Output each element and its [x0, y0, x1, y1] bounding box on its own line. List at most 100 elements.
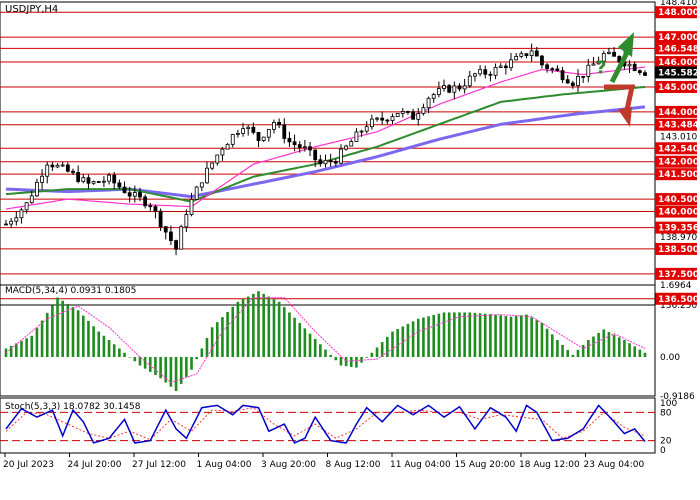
macd-bar: [550, 334, 554, 358]
macd-bar: [288, 312, 291, 358]
candle-body: [153, 206, 158, 212]
macd-bar: [185, 357, 188, 377]
macd-bar: [643, 352, 647, 358]
candle-body: [509, 59, 513, 69]
candle-body: [60, 164, 65, 167]
macd-bar: [76, 310, 80, 358]
candle-body: [169, 231, 173, 241]
macd-bar: [277, 301, 281, 358]
candle-body: [447, 85, 452, 93]
candle-body: [132, 192, 137, 197]
level-tag-label: 145.000: [658, 83, 699, 93]
background: [0, 0, 700, 500]
candle-body: [76, 172, 81, 182]
macd-bar: [252, 293, 255, 358]
candle-body: [71, 170, 75, 173]
candle-body: [627, 63, 632, 67]
price-tick-label: 143.010: [660, 133, 697, 143]
macd-bar: [571, 354, 575, 358]
macd-bar: [509, 316, 513, 358]
macd-bar: [298, 323, 302, 358]
macd-bar: [416, 318, 420, 358]
x-tick-label: 15 Aug 20:00: [455, 460, 516, 470]
macd-bar: [190, 357, 193, 370]
macd-bar: [370, 352, 374, 358]
macd-bar: [576, 349, 580, 358]
candle-body: [612, 51, 616, 57]
candle-body: [194, 186, 199, 200]
candle-body: [163, 226, 168, 233]
x-tick-label: 20 Jul 2023: [3, 460, 54, 470]
macd-bar: [612, 334, 616, 358]
candle-body: [519, 53, 524, 57]
level-tag-label: 140.500: [658, 195, 699, 205]
candle-body: [272, 121, 276, 130]
candle-body: [287, 138, 292, 143]
candle-body: [292, 141, 297, 146]
candle-body: [4, 223, 8, 226]
macd-bar: [602, 329, 606, 358]
macd-bar: [143, 357, 147, 369]
candle-body: [354, 131, 359, 142]
level-tag-label: 144.000: [658, 108, 699, 118]
candle-body: [380, 117, 385, 121]
level-tag-label: 142.000: [658, 158, 699, 168]
candle-body: [550, 68, 555, 71]
macd-bar: [128, 357, 131, 358]
candle-body: [643, 72, 647, 76]
candle-body: [385, 119, 390, 122]
macd-bar: [530, 317, 533, 358]
candle-body: [158, 210, 163, 228]
candle-body: [50, 164, 55, 168]
x-tick-label: 3 Aug 20:00: [261, 460, 316, 470]
macd-tick-label: 0.00: [660, 353, 680, 363]
candle-body: [19, 209, 24, 219]
macd-bar: [20, 340, 23, 358]
candle-body: [452, 85, 457, 93]
candle-body: [411, 111, 416, 120]
macd-bar: [458, 312, 461, 358]
candle-body: [122, 186, 127, 194]
candle-body: [297, 144, 302, 148]
candle-body: [40, 175, 44, 183]
macd-bar: [205, 337, 209, 358]
level-tag-label: 143.484: [658, 121, 699, 131]
candle-body: [514, 55, 519, 61]
macd-bar: [66, 303, 70, 358]
macd-bar: [633, 346, 636, 358]
macd-bar: [293, 317, 296, 358]
candle-body: [86, 177, 91, 184]
macd-bar: [545, 328, 549, 358]
candle-body: [591, 63, 596, 66]
candle-body: [210, 162, 215, 169]
candle-body: [570, 82, 575, 86]
candle-body: [375, 117, 379, 120]
macd-bar: [478, 313, 482, 358]
candle-body: [241, 128, 245, 134]
candle-body: [436, 88, 441, 95]
macd-bar: [355, 357, 358, 368]
candle-body: [174, 240, 178, 250]
candle-body: [534, 50, 539, 57]
candle-body: [344, 145, 349, 150]
candle-body: [406, 111, 410, 113]
candle-body: [442, 85, 446, 89]
candle-body: [225, 143, 230, 150]
stoch-title: Stoch(5,3,3) 18.0782 30.1458: [5, 402, 141, 412]
macd-bar: [35, 328, 39, 358]
candle-body: [369, 118, 374, 128]
macd-bar: [87, 320, 90, 358]
macd-bar: [30, 335, 34, 358]
candle-body: [581, 75, 586, 78]
candle-body: [328, 159, 333, 162]
candle-body: [35, 181, 39, 197]
candle-body: [313, 149, 318, 161]
macd-bar: [112, 344, 116, 358]
candle-body: [29, 195, 34, 204]
candle-body: [102, 180, 106, 183]
candle-body: [400, 111, 405, 114]
candle-body: [246, 126, 251, 130]
macd-bar: [483, 313, 487, 358]
candle-body: [607, 51, 611, 54]
candle-body: [333, 160, 338, 164]
